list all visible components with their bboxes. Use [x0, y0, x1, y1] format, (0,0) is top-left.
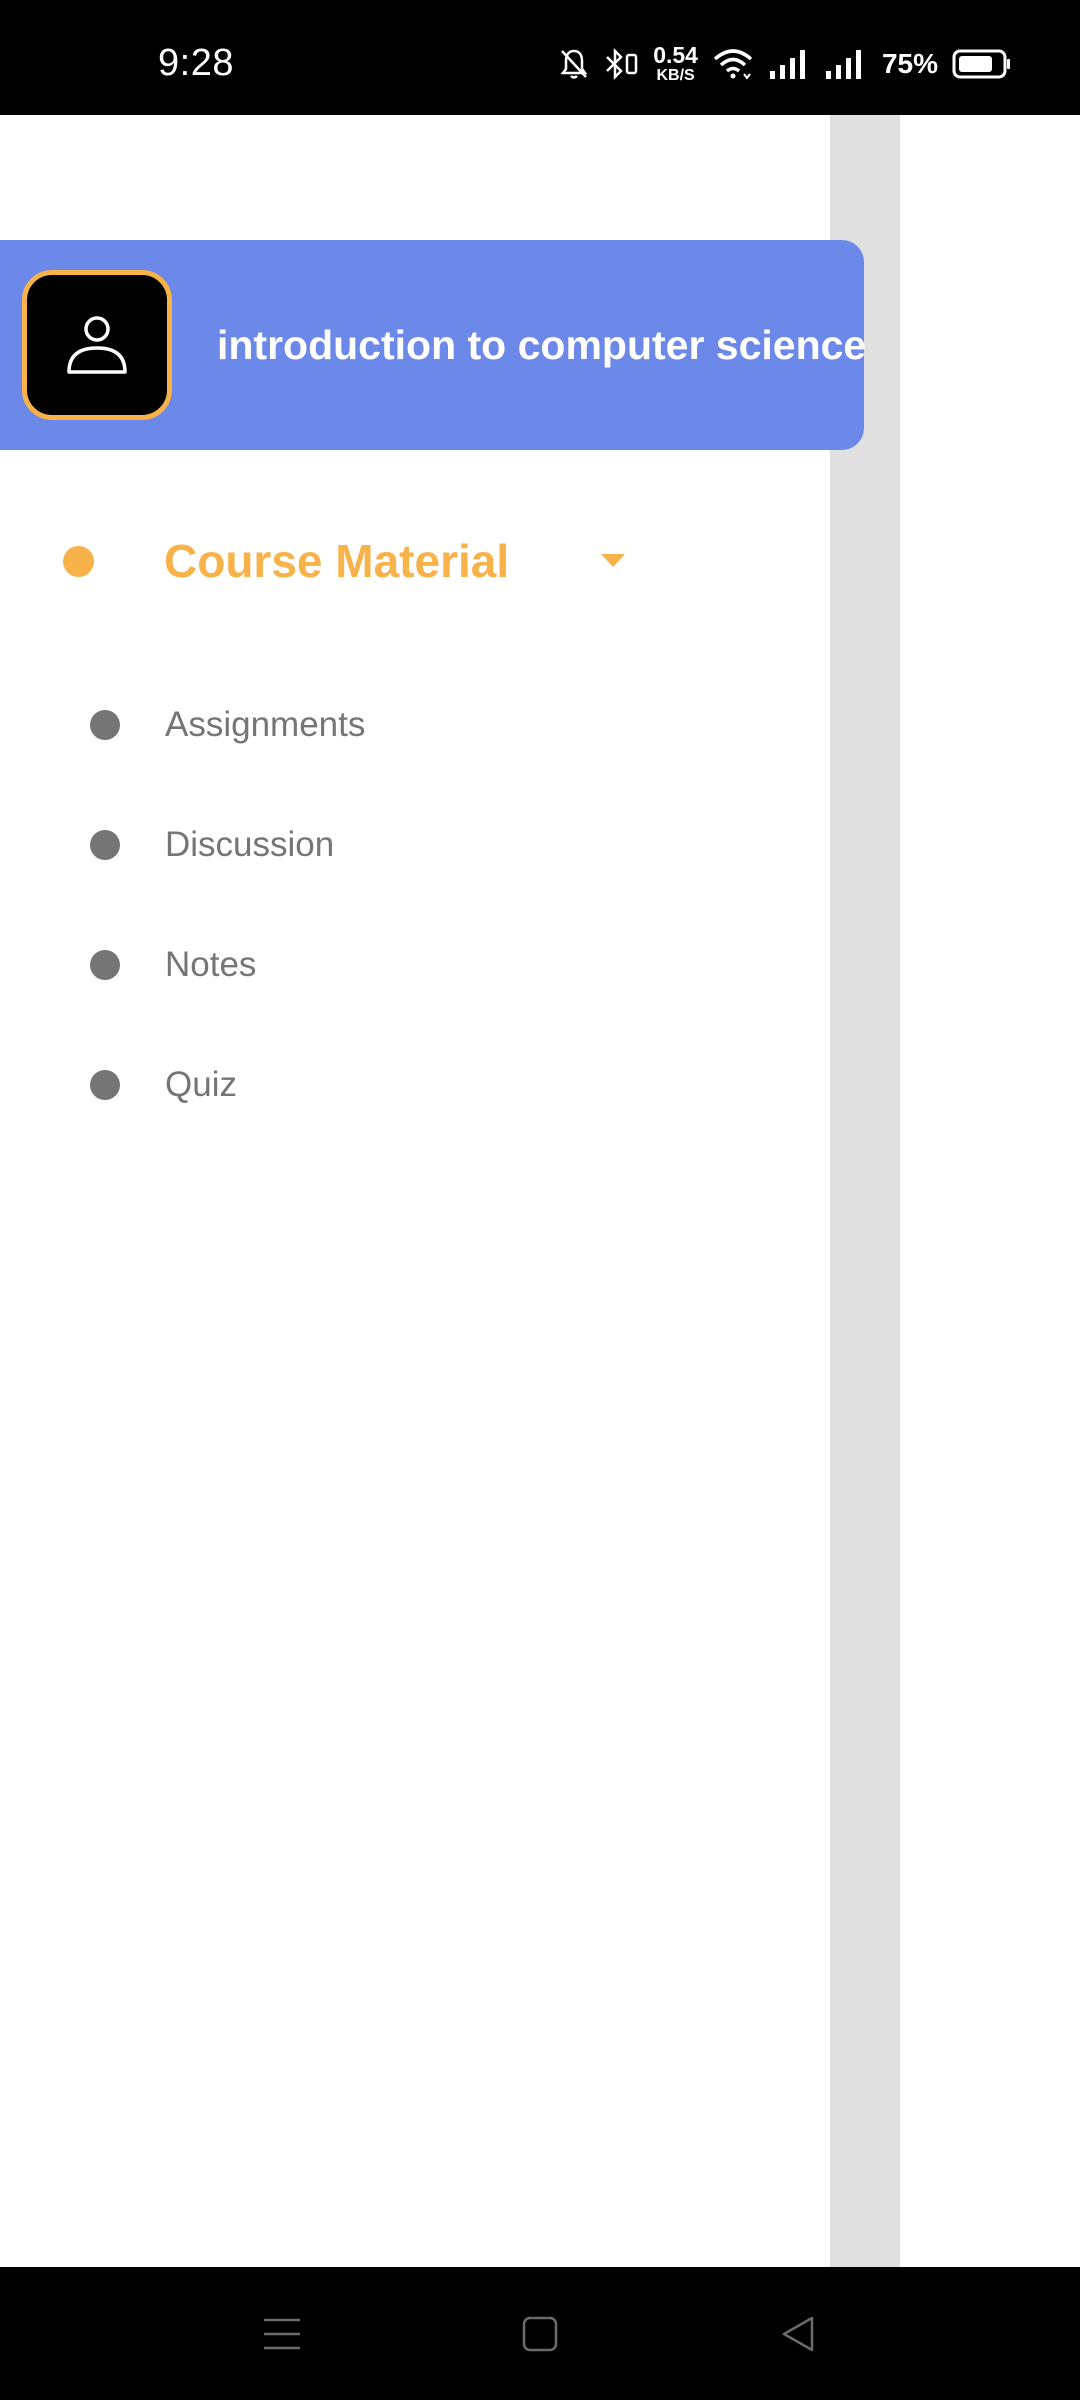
back-icon — [782, 2316, 814, 2351]
menu-item-assignments[interactable]: Assignments — [0, 665, 830, 785]
network-speed: 0.54 KB/S — [653, 44, 698, 84]
course-title: introduction to computer science — [217, 321, 867, 368]
menu-item-label: Notes — [165, 945, 257, 984]
menu-item-label: Discussion — [165, 825, 335, 864]
battery-icon — [952, 49, 1010, 79]
underlying-page[interactable] — [900, 115, 1080, 2267]
status-bar: 9:28 0.54 KB/S 75% — [0, 0, 1080, 115]
bluetooth-icon — [606, 47, 638, 81]
back-button[interactable] — [743, 2267, 853, 2400]
person-icon — [67, 316, 127, 374]
menu-item-label: Quiz — [165, 1065, 237, 1104]
signal-icon — [769, 50, 805, 79]
signal-icon — [825, 50, 861, 79]
bullet-dot-icon — [90, 1070, 120, 1100]
network-speed-unit: KB/S — [656, 67, 695, 84]
drawer-header: introduction to computer science — [0, 240, 867, 450]
chevron-down-icon[interactable] — [601, 554, 625, 567]
menu-item-quiz[interactable]: Quiz — [0, 1025, 830, 1145]
mute-bell-icon — [560, 49, 588, 79]
menu-item-label: Assignments — [165, 705, 366, 744]
recent-apps-button[interactable] — [227, 2267, 337, 2400]
bullet-dot-icon — [90, 830, 120, 860]
battery-percent: 75% — [881, 48, 938, 79]
status-time: 9:28 — [158, 42, 234, 84]
home-icon — [522, 2316, 558, 2351]
menu-item-discussion[interactable]: Discussion — [0, 785, 830, 905]
wifi-icon — [713, 49, 753, 80]
status-icons: 0.54 KB/S 75% — [559, 44, 1012, 84]
bullet-dot-icon — [90, 950, 120, 980]
navigation-drawer: introduction to computer science Course … — [0, 115, 866, 2267]
bullet-dot-icon — [63, 546, 94, 577]
system-nav-bar — [0, 2267, 1080, 2400]
home-button[interactable] — [485, 2267, 595, 2400]
course-material-section[interactable]: Course Material — [0, 498, 830, 624]
bullet-dot-icon — [90, 710, 120, 740]
menu-icon — [264, 2318, 300, 2349]
section-label: Course Material — [164, 535, 510, 587]
avatar[interactable] — [22, 270, 172, 420]
network-speed-value: 0.54 — [653, 42, 698, 68]
menu-item-notes[interactable]: Notes — [0, 905, 830, 1025]
